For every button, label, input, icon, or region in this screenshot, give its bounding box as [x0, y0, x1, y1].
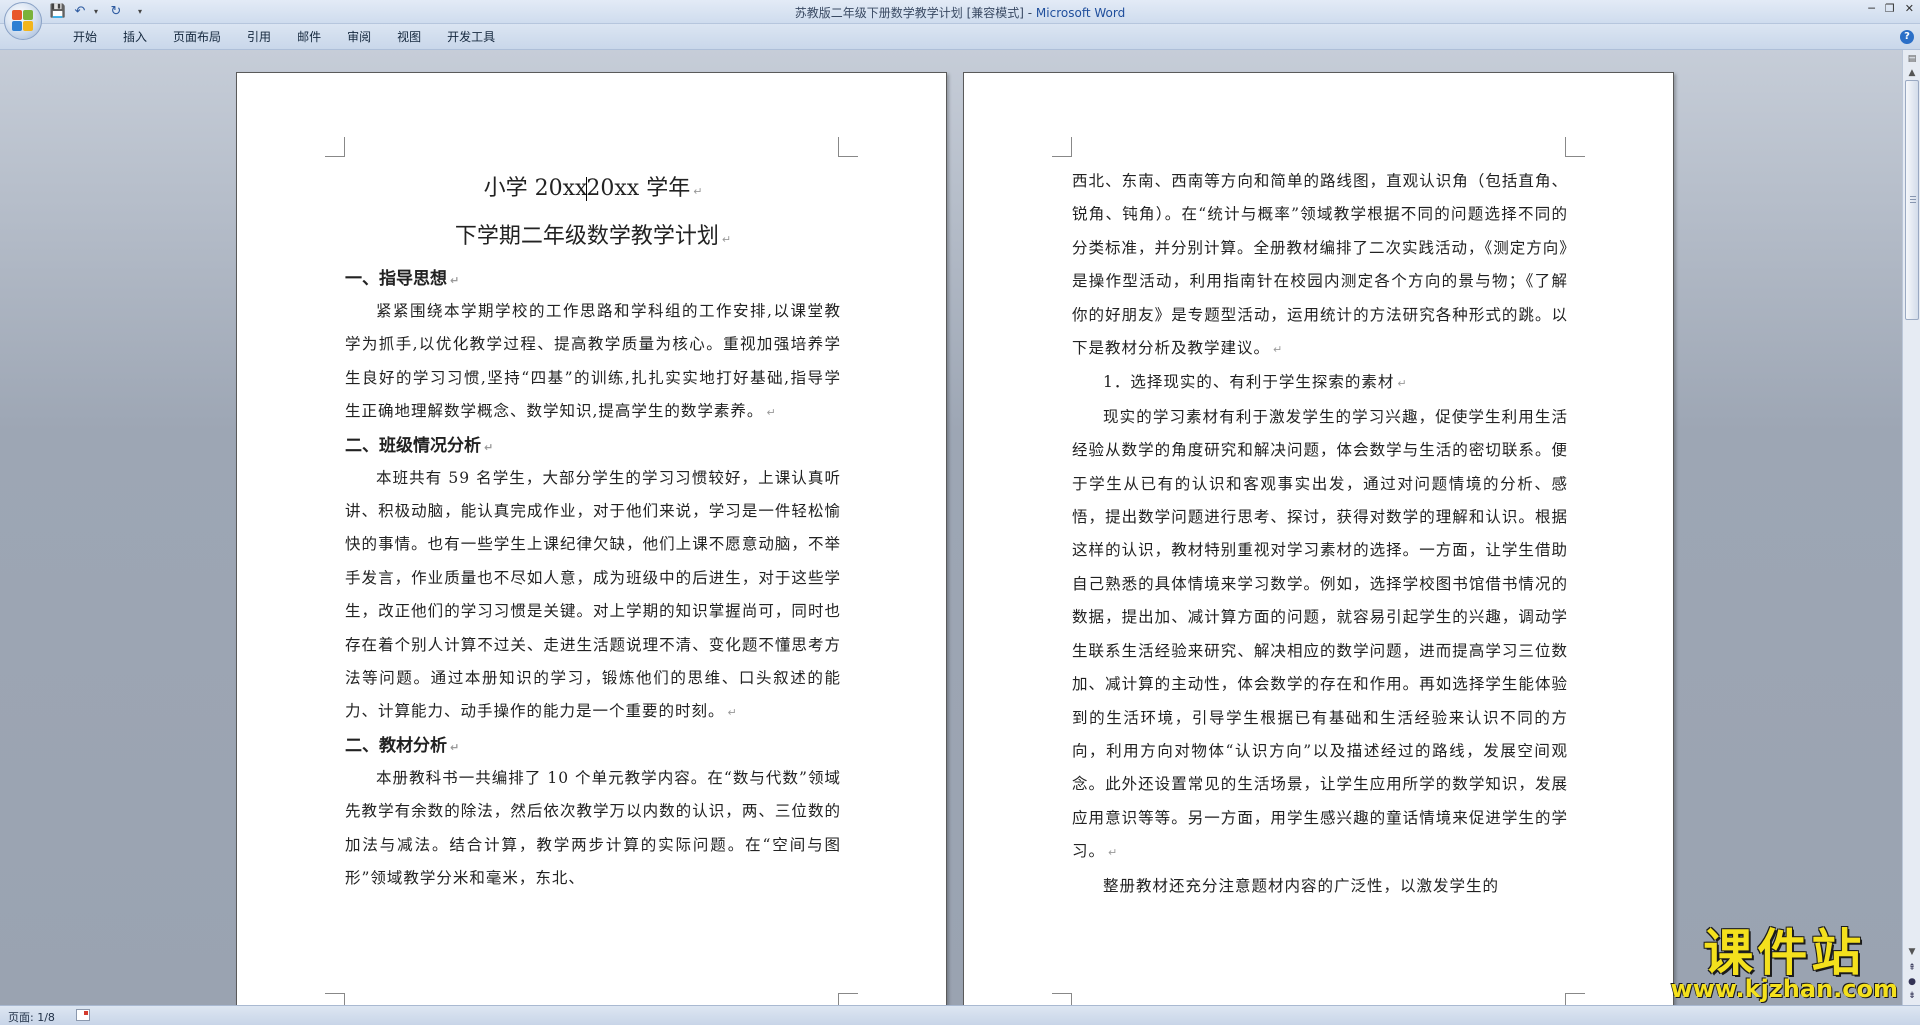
paragraph: 西北、东南、西南等方向和简单的路线图，直观认识角（包括直角、锐角、钝角）。在“统… [1072, 172, 1569, 358]
tab-view[interactable]: 视图 [384, 29, 434, 45]
scroll-down-icon[interactable]: ▼ [1905, 945, 1919, 959]
page-2-body: 西北、东南、西南等方向和简单的路线图，直观认识角（包括直角、锐角、钝角）。在“统… [1072, 165, 1568, 903]
close-button[interactable]: ✕ [1905, 2, 1914, 15]
title-bar: 💾 ↶ ▾ ↻ ▾ 苏教版二年级下册数学教学计划 [兼容模式] - Micros… [0, 0, 1920, 24]
tab-references[interactable]: 引用 [234, 29, 284, 45]
vertical-scrollbar[interactable]: ▤ ▲ ▼ ⇞ ● ⇟ [1902, 50, 1920, 1005]
list-item: 1．选择现实的、有利于学生探索的素材 ↵ [1103, 373, 1407, 392]
scroll-up-icon[interactable]: ▲ [1905, 66, 1919, 80]
window-title: 苏教版二年级下册数学教学计划 [兼容模式] - Microsoft Word [794, 6, 1126, 20]
tab-home[interactable]: 开始 [60, 29, 110, 45]
tab-page-layout[interactable]: 页面布局 [160, 29, 234, 45]
macro-record-icon[interactable] [76, 1009, 90, 1021]
document-page-1[interactable]: 小学 20xx20xx 学年 ↵ 下学期二年级数学教学计划 ↵ 一、指导思想 ↵ 紧紧… [236, 72, 947, 1005]
tab-developer[interactable]: 开发工具 [434, 29, 508, 45]
section-heading-textbook-analysis: 二、教材分析 ↵ [345, 735, 460, 756]
office-button[interactable] [4, 2, 42, 40]
document-title-line-1: 小学 20xx20xx 学年 ↵ [483, 176, 703, 201]
minimize-button[interactable]: ─ [1868, 2, 1875, 15]
crop-mark [325, 137, 345, 157]
crop-mark [325, 993, 345, 1005]
crop-mark [1565, 993, 1585, 1005]
crop-mark [838, 993, 858, 1005]
paragraph: 现实的学习素材有利于激发学生的学习兴趣，促使学生利用生活经验从数学的角度研究和解… [1072, 407, 1568, 861]
crop-mark [1565, 137, 1585, 157]
office-logo-icon [12, 10, 34, 32]
section-heading-guiding-ideology: 一、指导思想 ↵ [345, 269, 460, 289]
watermark-logo: 课件站 www.kjzhan.com [1670, 924, 1898, 1003]
crop-mark [1052, 137, 1072, 157]
window-controls: ─ ❐ ✕ [1868, 2, 1914, 15]
page-1-body: 小学 20xx20xx 学年 ↵ 下学期二年级数学教学计划 ↵ 一、指导思想 ↵ 紧紧… [345, 165, 841, 896]
ribbon-tab-bar: 开始 插入 页面布局 引用 邮件 审阅 视图 开发工具 ? [0, 24, 1920, 50]
document-title-line-2: 下学期二年级数学教学计划 ↵ [454, 224, 732, 249]
previous-page-icon[interactable]: ⇞ [1905, 961, 1919, 975]
help-icon[interactable]: ? [1900, 30, 1914, 44]
ruler-toggle-icon[interactable]: ▤ [1905, 52, 1919, 66]
crop-mark [1052, 993, 1072, 1005]
paragraph: 紧紧围绕本学期学校的工作思路和学科组的工作安排,以课堂教学为抓手,以优化教学过程… [345, 302, 841, 421]
page-count[interactable]: 页面: 1/8 [8, 1009, 55, 1025]
document-area: 小学 20xx20xx 学年 ↵ 下学期二年级数学教学计划 ↵ 一、指导思想 ↵ 紧紧… [0, 50, 1902, 1005]
section-heading-class-analysis: 二、班级情况分析 ↵ [345, 435, 494, 456]
restore-button[interactable]: ❐ [1885, 2, 1895, 15]
select-browse-object-icon[interactable]: ● [1905, 975, 1919, 989]
ribbon-tabs: 开始 插入 页面布局 引用 邮件 审阅 视图 开发工具 [60, 29, 508, 45]
status-bar: 页面: 1/8 [0, 1005, 1920, 1025]
tab-insert[interactable]: 插入 [110, 29, 160, 45]
tab-mailings[interactable]: 邮件 [284, 29, 334, 45]
next-page-icon[interactable]: ⇟ [1905, 989, 1919, 1003]
paragraph: 本册教科书一共编排了 10 个单元教学内容。在“数与代数”领域先教学有余数的除法… [345, 768, 841, 888]
scroll-thumb[interactable] [1905, 80, 1919, 320]
document-page-2[interactable]: 西北、东南、西南等方向和简单的路线图，直观认识角（包括直角、锐角、钝角）。在“统… [963, 72, 1674, 1005]
crop-mark [838, 137, 858, 157]
paragraph: 本班共有 59 名学生，大部分学生的学习习惯较好，上课认真听讲、积极动脑，能认真… [345, 468, 841, 721]
tab-review[interactable]: 审阅 [334, 29, 384, 45]
paragraph: 整册教材还充分注意题材内容的广泛性，以激发学生的 [1103, 876, 1500, 895]
